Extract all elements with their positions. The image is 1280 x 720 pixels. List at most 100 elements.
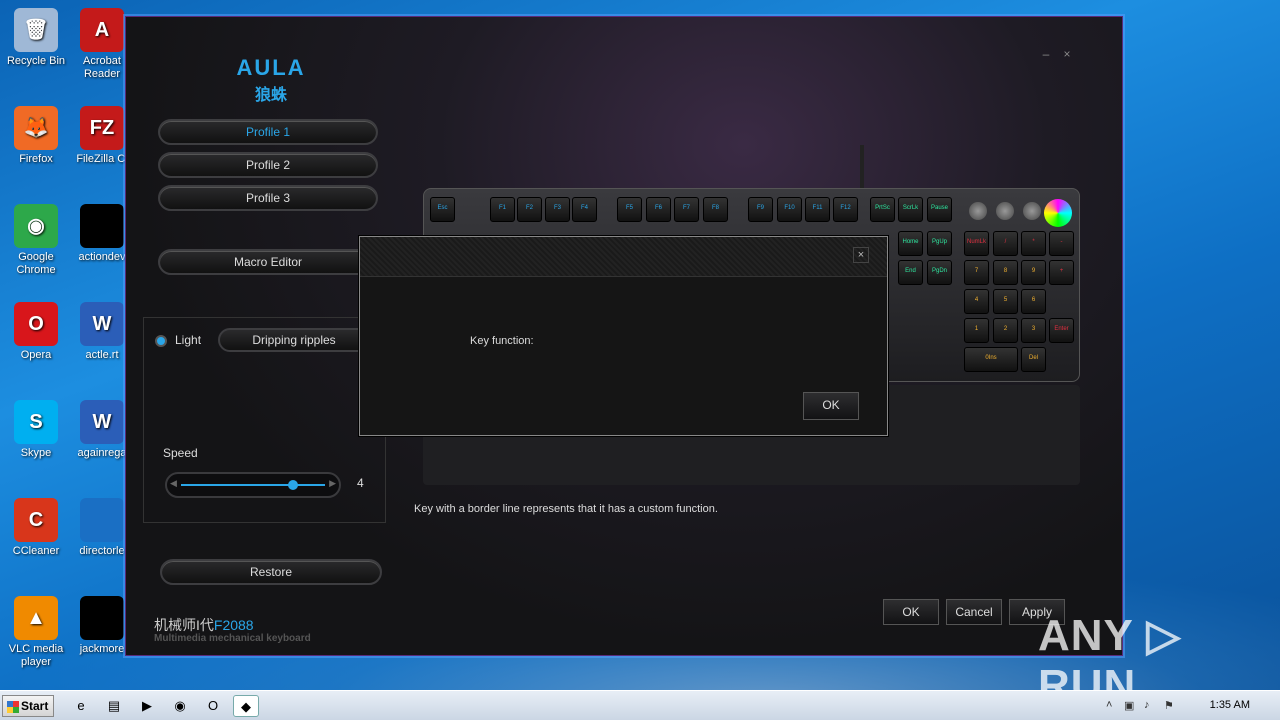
keyboard-key[interactable]: 9 (1021, 260, 1046, 285)
flag-icon[interactable]: ⚑ (1164, 699, 1174, 712)
light-radio[interactable] (155, 335, 167, 347)
aula-icon[interactable]: ◆ (233, 695, 259, 717)
logo-brand: AULA (236, 55, 306, 80)
keyboard-key[interactable]: 3 (1021, 318, 1046, 343)
keyboard-key[interactable]: ScrLk (898, 197, 923, 222)
keyboard-key[interactable]: F2 (517, 197, 542, 222)
keyboard-key[interactable]: F6 (646, 197, 671, 222)
word-doc-icon: W (80, 302, 124, 346)
desktop-icon-label: CCleaner (12, 545, 60, 557)
keyboard-key[interactable]: 1 (964, 318, 989, 343)
model-subtitle: Multimedia mechanical keyboard (154, 633, 311, 644)
profile-3-button[interactable]: Profile 3 (158, 185, 378, 211)
desktop-icon[interactable]: C CCleaner (1, 498, 71, 558)
slider-left-arrow-icon[interactable]: ◀ (170, 478, 177, 489)
desktop-icons: 🗑 Recycle Bin A Acrobat Reader 🦊 Firefox FZ Fil… (0, 0, 130, 690)
lighting-panel: Light Dripping ripples ▼ Speed ◀ ▶ 4 (143, 317, 386, 523)
keyboard-key[interactable]: F4 (572, 197, 597, 222)
close-button[interactable]: × (1059, 47, 1075, 61)
profile-1-button[interactable]: Profile 1 (158, 119, 378, 145)
clock[interactable]: 1:35 AM (1210, 699, 1250, 711)
desktop-icon[interactable]: ▲ VLC media player (1, 596, 71, 669)
start-button[interactable]: Start (2, 695, 54, 717)
tray-expand-icon[interactable]: ˄ (1106, 699, 1112, 711)
keyboard-key[interactable]: F8 (703, 197, 728, 222)
key-function-label: Key function: (470, 335, 534, 347)
desktop-icon[interactable]: S Skype (1, 400, 71, 460)
network-icon[interactable]: ▣ (1124, 699, 1134, 712)
minimize-button[interactable]: – (1038, 47, 1054, 61)
keyboard-key[interactable]: 5 (993, 289, 1018, 314)
ie-icon[interactable]: e (68, 695, 94, 717)
keyboard-key[interactable]: / (993, 231, 1018, 256)
light-effect-dropdown[interactable]: Dripping ripples ▼ (218, 328, 370, 352)
keyboard-key[interactable]: F12 (833, 197, 858, 222)
keyboard-key[interactable]: Pause (927, 197, 952, 222)
keyboard-key[interactable]: F3 (545, 197, 570, 222)
restore-button[interactable]: Restore (160, 559, 382, 585)
keyboard-key[interactable]: * (1021, 231, 1046, 256)
speed-slider[interactable]: ◀ ▶ (165, 472, 341, 498)
macro-editor-button[interactable]: Macro Editor (158, 249, 378, 275)
opera-icon: O (14, 302, 58, 346)
keyboard-key[interactable]: Esc (430, 197, 455, 222)
desktop-icon-label: VLC media player (8, 643, 64, 668)
model-prefix: 机械师I代 (154, 617, 214, 633)
desktop-icon[interactable]: O Opera (1, 302, 71, 362)
keyboard-cable (860, 145, 864, 189)
light-effect-value: Dripping ripples (252, 333, 336, 347)
opera-icon[interactable]: O (200, 695, 226, 717)
keyboard-key[interactable]: F5 (617, 197, 642, 222)
keyboard-key[interactable]: Enter (1049, 318, 1074, 343)
dialog-ok-button[interactable]: OK (803, 392, 859, 420)
keyboard-key[interactable]: F1 (490, 197, 515, 222)
keyboard-key[interactable]: 2 (993, 318, 1018, 343)
desktop-icon[interactable]: ◉ Google Chrome (1, 204, 71, 277)
desktop-icon-label: Opera (20, 349, 52, 361)
keyboard-key[interactable]: - (1049, 231, 1074, 256)
media-knob-icon (1023, 202, 1041, 220)
custom-key-hint: Key with a border line represents that i… (414, 503, 718, 515)
keyboard-key[interactable]: F7 (674, 197, 699, 222)
file-icon (80, 204, 124, 248)
keyboard-key[interactable]: PgUp (927, 231, 952, 256)
keyboard-key[interactable]: 4 (964, 289, 989, 314)
keyboard-key[interactable]: F10 (777, 197, 802, 222)
keyboard-key[interactable]: F11 (805, 197, 830, 222)
ccleaner-icon: C (14, 498, 58, 542)
close-icon[interactable]: × (853, 247, 869, 263)
cancel-button[interactable]: Cancel (946, 599, 1002, 625)
ok-button[interactable]: OK (883, 599, 939, 625)
keyboard-key[interactable]: 7 (964, 260, 989, 285)
system-tray: ˄ ▣ ♪ ⚑ 1:35 AM (1100, 691, 1280, 720)
filezilla-icon: FZ (80, 106, 124, 150)
folder-icon[interactable]: ▤ (101, 695, 127, 717)
chrome-icon[interactable]: ◉ (167, 695, 193, 717)
dialog-titlebar (360, 237, 887, 277)
file-icon (80, 498, 124, 542)
slider-right-arrow-icon[interactable]: ▶ (329, 478, 336, 489)
desktop-icon-label: Firefox (19, 153, 53, 165)
slider-thumb[interactable] (288, 480, 298, 490)
desktop-icon[interactable]: 🦊 Firefox (1, 106, 71, 166)
keyboard-key[interactable]: PgDn (927, 260, 952, 285)
keyboard-key[interactable]: NumLk (964, 231, 989, 256)
keyboard-key[interactable]: + (1049, 260, 1074, 285)
light-label: Light (175, 333, 202, 347)
media-player-icon[interactable]: ▶ (134, 695, 160, 717)
keyboard-key[interactable]: PrtSc (870, 197, 895, 222)
media-knob-icon (996, 202, 1014, 220)
keyboard-key[interactable]: Home (898, 231, 923, 256)
desktop-icon-label: Google Chrome (16, 251, 56, 276)
desktop-icon[interactable]: 🗑 Recycle Bin (1, 8, 71, 68)
volume-icon[interactable]: ♪ (1144, 699, 1150, 711)
volume-wheel-icon (1044, 199, 1072, 227)
start-label: Start (21, 699, 49, 713)
profile-2-button[interactable]: Profile 2 (158, 152, 378, 178)
keyboard-key[interactable]: 0Ins (964, 347, 1018, 372)
keyboard-key[interactable]: 8 (993, 260, 1018, 285)
keyboard-key[interactable]: Del (1021, 347, 1046, 372)
keyboard-key[interactable]: 6 (1021, 289, 1046, 314)
keyboard-key[interactable]: End (898, 260, 923, 285)
keyboard-key[interactable]: F9 (748, 197, 773, 222)
